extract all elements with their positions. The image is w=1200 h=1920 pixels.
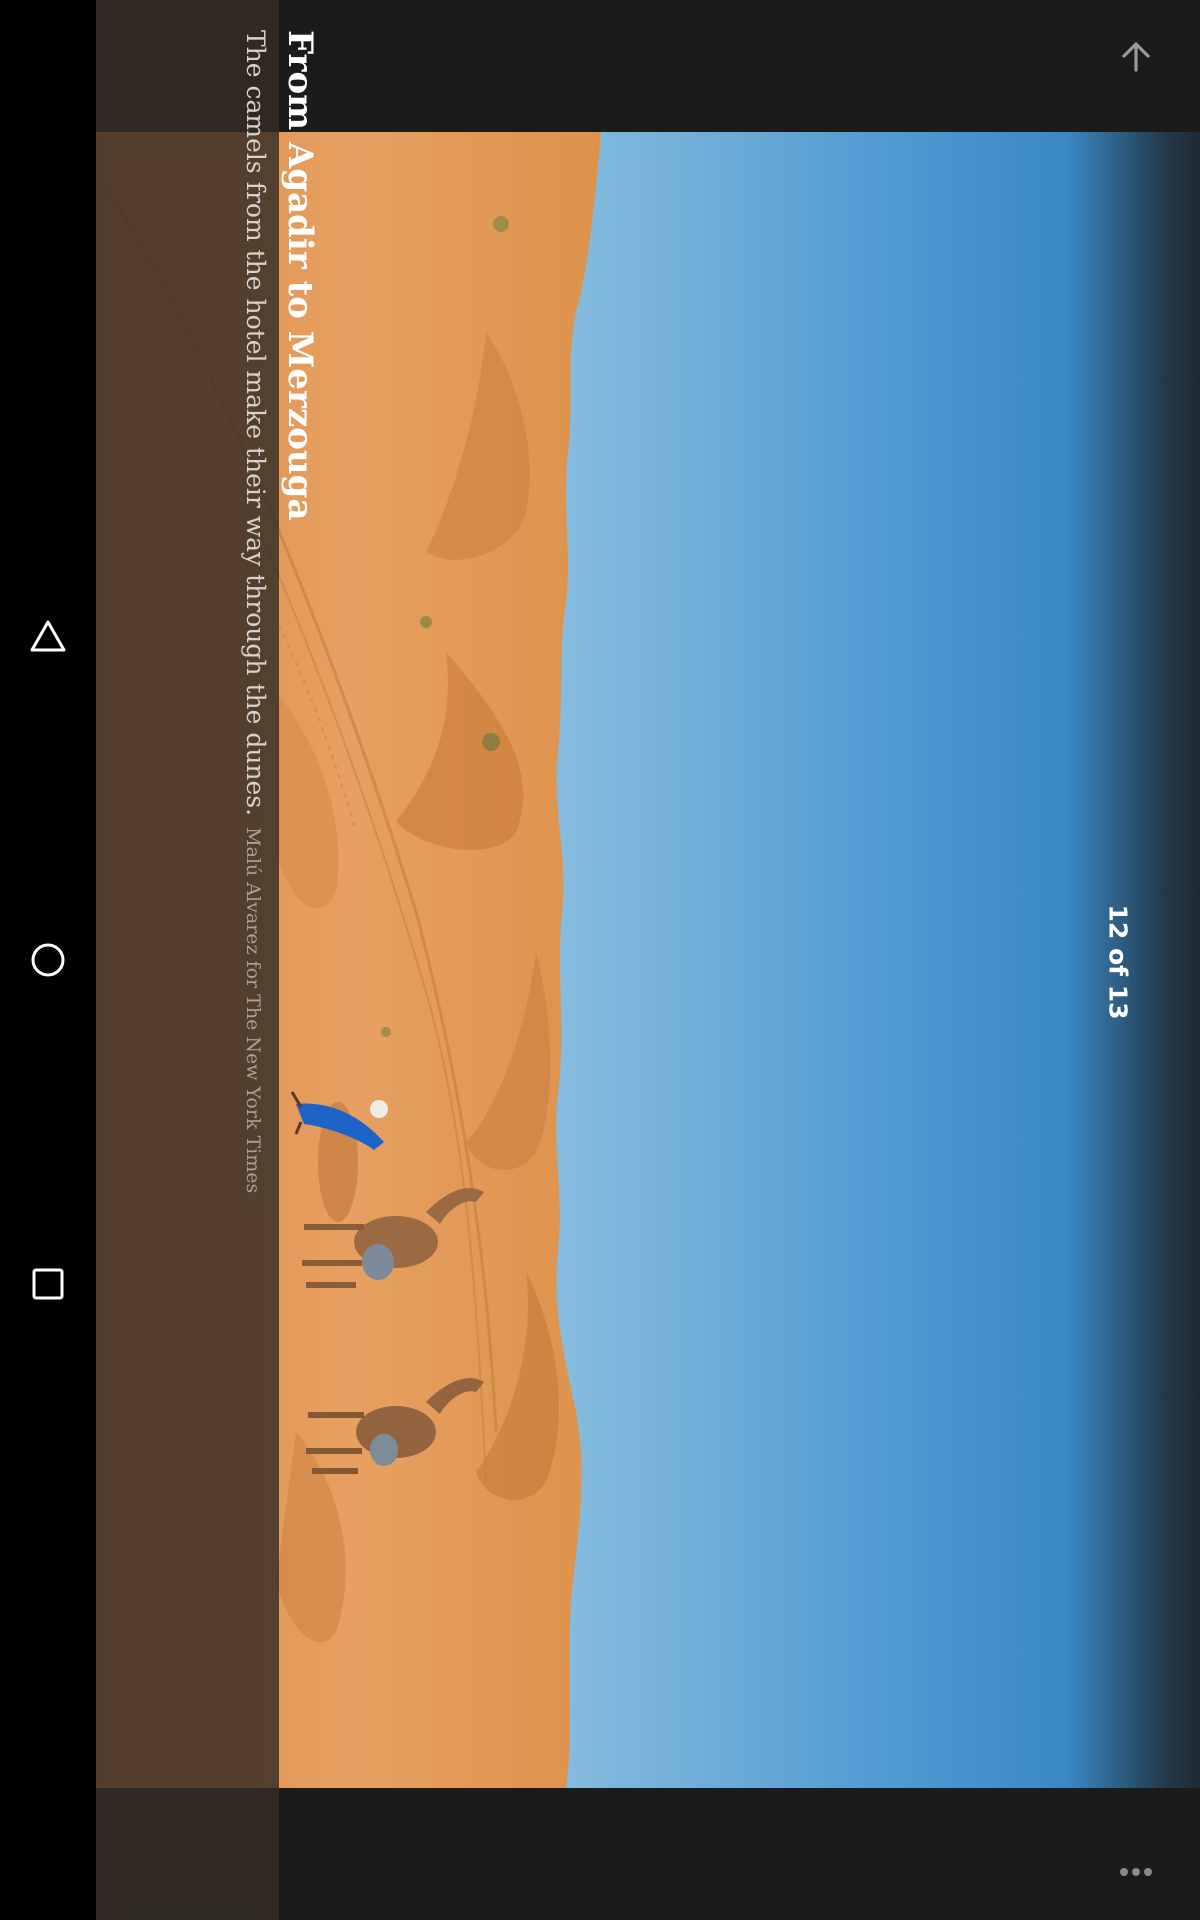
nav-home-button[interactable] xyxy=(24,936,72,984)
triangle-back-icon xyxy=(30,620,66,652)
caption-description: The camels from the hotel make their way… xyxy=(241,30,270,817)
system-navigation-bar xyxy=(0,0,96,1920)
slide-counter: 12 of 13 xyxy=(1103,904,1133,1020)
caption-panel: From Agadir to Merzouga The camels from … xyxy=(96,0,320,1920)
photo-viewer-screen: From Agadir to Merzouga The camels from … xyxy=(0,0,1200,1920)
overflow-menu-button[interactable] xyxy=(1104,1840,1168,1904)
caption-title: From Agadir to Merzouga xyxy=(280,30,320,521)
caption-body: The camels from the hotel make their way… xyxy=(241,30,270,1830)
circle-home-icon xyxy=(31,943,65,977)
caption-text-block: From Agadir to Merzouga The camels from … xyxy=(241,30,326,1830)
arrow-up-icon xyxy=(1122,42,1150,72)
square-recents-icon xyxy=(32,1268,64,1300)
more-dots-icon xyxy=(1120,1868,1152,1876)
photo-credit: Malú Alvarez for The New York Times xyxy=(242,827,264,1194)
nav-back-button[interactable] xyxy=(24,612,72,660)
up-button[interactable] xyxy=(1104,24,1168,88)
nav-recents-button[interactable] xyxy=(24,1260,72,1308)
